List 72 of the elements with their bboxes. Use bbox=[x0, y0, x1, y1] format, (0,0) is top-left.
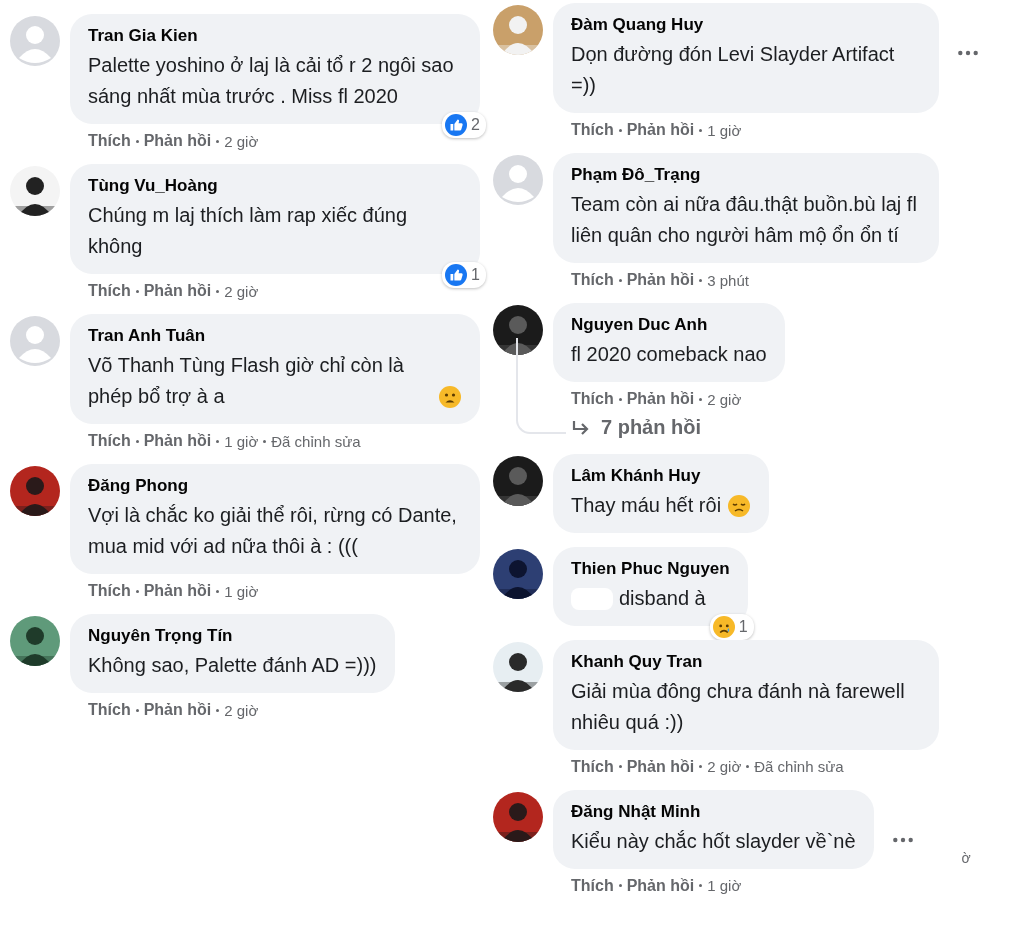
reply-link[interactable]: Phản hồi bbox=[626, 271, 695, 289]
comment-text: Palette yoshino ở laj là cải tổ r 2 ngôi sao sáng nhất mùa trước . Miss fl 2020 bbox=[88, 53, 455, 109]
commenter-name[interactable]: Khanh Quy Tran bbox=[571, 650, 921, 673]
comment-text: Không sao, Palette đánh AD =))) bbox=[88, 653, 377, 678]
reply-link[interactable]: Phản hồi bbox=[143, 282, 212, 300]
comment-text: Kiểu này chắc hốt slayder về`nè bbox=[571, 828, 856, 854]
comment-text: disband à bbox=[619, 585, 706, 611]
frown-face-icon bbox=[438, 385, 462, 409]
comment-text: Vợi là chắc ko giải thể rôi, rừng có Dante, mua mid với ad nữa thôi à : ((( bbox=[88, 503, 458, 559]
timestamp-link[interactable]: 2 giờ bbox=[224, 701, 259, 719]
comment-text: Dọn đường đón Levi Slayder Artifact =)) bbox=[571, 42, 896, 98]
like-link[interactable]: Thích bbox=[88, 132, 131, 150]
comment-text: Võ Thanh Tùng Flash giờ chỉ còn là phép bổ trợ à a bbox=[88, 353, 405, 409]
commenter-name[interactable]: Tran Anh Tuân bbox=[88, 325, 462, 347]
reaction-badge[interactable]: 1 bbox=[709, 613, 754, 640]
reply-link[interactable]: Phản hồi bbox=[143, 132, 212, 150]
like-link[interactable]: Thích bbox=[88, 432, 131, 450]
like-link[interactable]: Thích bbox=[88, 701, 131, 719]
reply-link[interactable]: Phản hồi bbox=[626, 121, 695, 139]
commenter-name[interactable]: Nguyên Trọng Tín bbox=[88, 625, 377, 647]
reply-link[interactable]: Phản hồi bbox=[143, 432, 212, 450]
comment-text: Team còn ai nữa đâu.thật buồn.bù laj fl liên quân cho người hâm mộ ổn ổn tí bbox=[571, 192, 918, 248]
reaction-count: 1 bbox=[738, 617, 748, 636]
comment-text: Giải mùa đông chưa đánh nà farewell nhiêu quá :)) bbox=[571, 678, 906, 735]
reaction-badge[interactable]: 1 bbox=[442, 262, 486, 288]
reply-link[interactable]: Phản hồi bbox=[626, 757, 695, 776]
commenter-name[interactable]: Đăng Nhật Minh bbox=[571, 800, 856, 823]
partial-text: ờ bbox=[961, 849, 971, 866]
reaction-count: 1 bbox=[471, 266, 480, 284]
reply-arrow-icon bbox=[571, 419, 591, 436]
commenter-name[interactable]: Nguyen Duc Anh bbox=[571, 314, 767, 336]
like-link[interactable]: Thích bbox=[88, 582, 131, 600]
like-link[interactable]: Thích bbox=[571, 876, 614, 895]
timestamp-link[interactable]: 2 giờ bbox=[707, 758, 742, 775]
commenter-name[interactable]: Phạm Đô_Trạng bbox=[571, 164, 921, 186]
edited-label: Đã chỉnh sửa bbox=[271, 432, 361, 450]
commenter-name[interactable]: Thien Phuc Nguyen bbox=[571, 557, 730, 580]
timestamp-link[interactable]: 1 giờ bbox=[707, 121, 742, 139]
reply-link[interactable]: Phản hồi bbox=[143, 701, 212, 719]
thumbs-up-icon bbox=[445, 264, 468, 286]
like-link[interactable]: Thích bbox=[571, 757, 614, 776]
thumbs-up-icon bbox=[445, 114, 468, 136]
timestamp-link[interactable]: 2 giờ bbox=[224, 132, 259, 150]
comment-text: Thay máu hết rôi bbox=[571, 492, 722, 518]
comment-text: fl 2020 comeback nao bbox=[571, 342, 767, 367]
reaction-count: 2 bbox=[471, 116, 480, 134]
sad-face-icon bbox=[727, 493, 752, 518]
timestamp-link[interactable]: 1 giờ bbox=[224, 582, 259, 600]
timestamp-link[interactable]: 1 giờ bbox=[707, 877, 742, 894]
comment-text: Chúng m laj thích làm rap xiếc đúng không bbox=[88, 203, 409, 259]
reaction-badge[interactable]: 2 bbox=[442, 112, 486, 138]
commenter-name[interactable]: Tran Gia Kien bbox=[88, 25, 462, 47]
view-replies-link[interactable]: 7 phản hồi bbox=[571, 416, 701, 439]
timestamp-link[interactable]: 2 giờ bbox=[224, 282, 259, 300]
like-link[interactable]: Thích bbox=[571, 390, 614, 408]
commenter-name[interactable]: Đàm Quang Huy bbox=[571, 14, 921, 36]
reply-link[interactable]: Phản hồi bbox=[143, 582, 212, 600]
timestamp-link[interactable]: 2 giờ bbox=[707, 390, 742, 408]
crying-face-icon bbox=[712, 615, 735, 638]
edited-label: Đã chỉnh sửa bbox=[754, 758, 844, 775]
commenter-name[interactable]: Lâm Khánh Huy bbox=[571, 464, 752, 487]
more-options-icon[interactable] bbox=[891, 835, 914, 844]
reply-link[interactable]: Phản hồi bbox=[626, 876, 695, 895]
like-link[interactable]: Thích bbox=[571, 271, 614, 289]
commenter-name[interactable]: Đăng Phong bbox=[88, 475, 462, 497]
reply-link[interactable]: Phản hồi bbox=[626, 390, 695, 408]
commenter-name[interactable]: Tùng Vu_Hoàng bbox=[88, 175, 462, 197]
like-link[interactable]: Thích bbox=[88, 282, 131, 300]
more-options-icon[interactable] bbox=[957, 49, 979, 57]
timestamp-link[interactable]: 1 giờ bbox=[224, 432, 259, 450]
timestamp-link[interactable]: 3 phút bbox=[707, 271, 749, 289]
like-link[interactable]: Thích bbox=[571, 121, 614, 139]
